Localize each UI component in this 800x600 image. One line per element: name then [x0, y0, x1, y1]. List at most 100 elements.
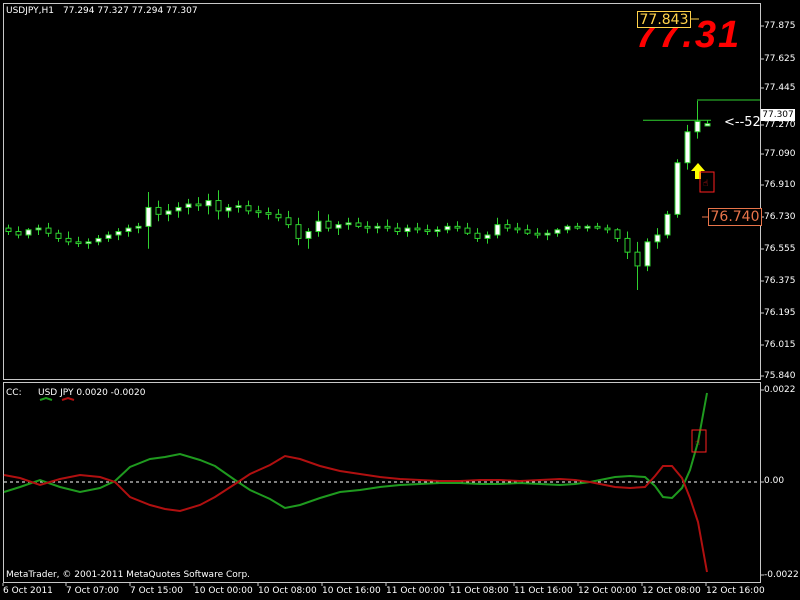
candle-body [434, 229, 441, 233]
high-price-box: 77.843 [637, 11, 691, 28]
candle-body [15, 231, 22, 236]
price-tick: 76.910 [764, 180, 796, 190]
price-tick: 77.270 [764, 120, 796, 130]
copyright-text: MetaTrader, © 2001-2011 MetaQuotes Softw… [6, 570, 251, 580]
candle-body [504, 224, 511, 229]
candle-body [175, 206, 182, 212]
time-label: 10 Oct 16:00 [322, 586, 381, 596]
indicator-signal-mark: ☝ [695, 438, 700, 448]
candle-body [364, 225, 371, 229]
candle-body [634, 251, 641, 267]
candle-body [225, 206, 232, 212]
candle-body [45, 227, 52, 234]
indicator-tick: 0.00 [764, 476, 785, 486]
candle-body [474, 232, 481, 239]
candle-body [355, 222, 362, 227]
candle-body [145, 206, 152, 227]
indicator-legend: USD JPY 0.0020 -0.0020 [38, 388, 146, 398]
candle-body [484, 234, 491, 239]
candle-body [424, 229, 431, 233]
indicator-tick: 0.0022 [764, 385, 796, 395]
candle-body [644, 241, 651, 267]
candle-body [135, 225, 142, 229]
candle-body [704, 123, 711, 127]
low-price-box: 76.740 [708, 208, 762, 226]
indicator-tick: -0.0022 [764, 570, 799, 580]
candle-body [514, 227, 521, 231]
candle-body [614, 229, 621, 239]
candlestick-chart[interactable]: ☝☝ [0, 0, 800, 600]
time-label: 7 Oct 07:00 [66, 586, 119, 596]
candle-body [694, 120, 701, 133]
candle-body [25, 229, 32, 236]
candle-body [55, 232, 62, 239]
candle-body [215, 200, 222, 212]
candle-body [564, 225, 571, 231]
candle-body [524, 229, 531, 234]
candle-body [185, 203, 192, 208]
candle-body [265, 212, 272, 215]
candle-body [255, 210, 262, 214]
price-tick: 76.375 [764, 276, 796, 286]
candle-body [65, 237, 72, 243]
candle-body [105, 234, 112, 239]
price-tick: 76.015 [764, 340, 796, 350]
candle-body [205, 200, 212, 207]
candle-body [674, 162, 681, 215]
candle-body [404, 227, 411, 233]
candle-body [594, 225, 601, 229]
time-label: 12 Oct 00:00 [578, 586, 637, 596]
candle-body [345, 222, 352, 226]
candle-body [684, 131, 691, 164]
usd-line [3, 392, 708, 510]
price-tick: 75.840 [764, 371, 796, 381]
jpy-line [3, 454, 708, 573]
signal-mark: ☝ [703, 179, 708, 189]
price-tick: 77.090 [764, 149, 796, 159]
price-tick: 77.875 [764, 21, 796, 31]
candle-body [235, 205, 242, 208]
candle-body [285, 217, 292, 226]
candle-body [604, 227, 611, 231]
up-arrow-icon [691, 163, 705, 179]
usd-legend-swatch [39, 396, 53, 401]
price-tick: 77.445 [764, 83, 796, 93]
candle-body [305, 231, 312, 239]
time-label: 10 Oct 08:00 [258, 586, 317, 596]
candle-body [315, 220, 322, 233]
price-tick: 76.195 [764, 308, 796, 318]
time-label: 11 Oct 00:00 [386, 586, 445, 596]
candle-body [544, 232, 551, 236]
candle-body [5, 227, 12, 233]
indicator-name: CC: [6, 388, 22, 398]
time-label: 6 Oct 2011 [3, 586, 53, 596]
candle-body [384, 225, 391, 229]
price-tick: 76.730 [764, 212, 796, 222]
pip-distance-label: <--52 [724, 115, 761, 130]
candle-body [325, 220, 332, 229]
candle-body [534, 232, 541, 236]
candle-body [195, 203, 202, 207]
candle-body [85, 241, 92, 245]
time-label: 12 Oct 08:00 [642, 586, 701, 596]
candle-body [584, 225, 591, 229]
time-label: 11 Oct 16:00 [514, 586, 573, 596]
candle-body [374, 225, 381, 229]
time-label: 12 Oct 16:00 [706, 586, 765, 596]
candle-body [35, 227, 42, 231]
candle-body [165, 210, 172, 215]
candle-body [295, 224, 302, 239]
jpy-legend-swatch [61, 396, 75, 401]
candle-body [464, 227, 471, 234]
candle-body [444, 225, 451, 231]
candle-body [115, 231, 122, 236]
time-label: 7 Oct 15:00 [130, 586, 183, 596]
time-label: 10 Oct 00:00 [194, 586, 253, 596]
price-tick: 76.555 [764, 244, 796, 254]
candle-body [275, 213, 282, 219]
candle-body [664, 213, 671, 236]
candle-body [75, 241, 82, 245]
time-label: 11 Oct 08:00 [450, 586, 509, 596]
candle-body [414, 227, 421, 231]
price-tick: 77.625 [764, 54, 796, 64]
